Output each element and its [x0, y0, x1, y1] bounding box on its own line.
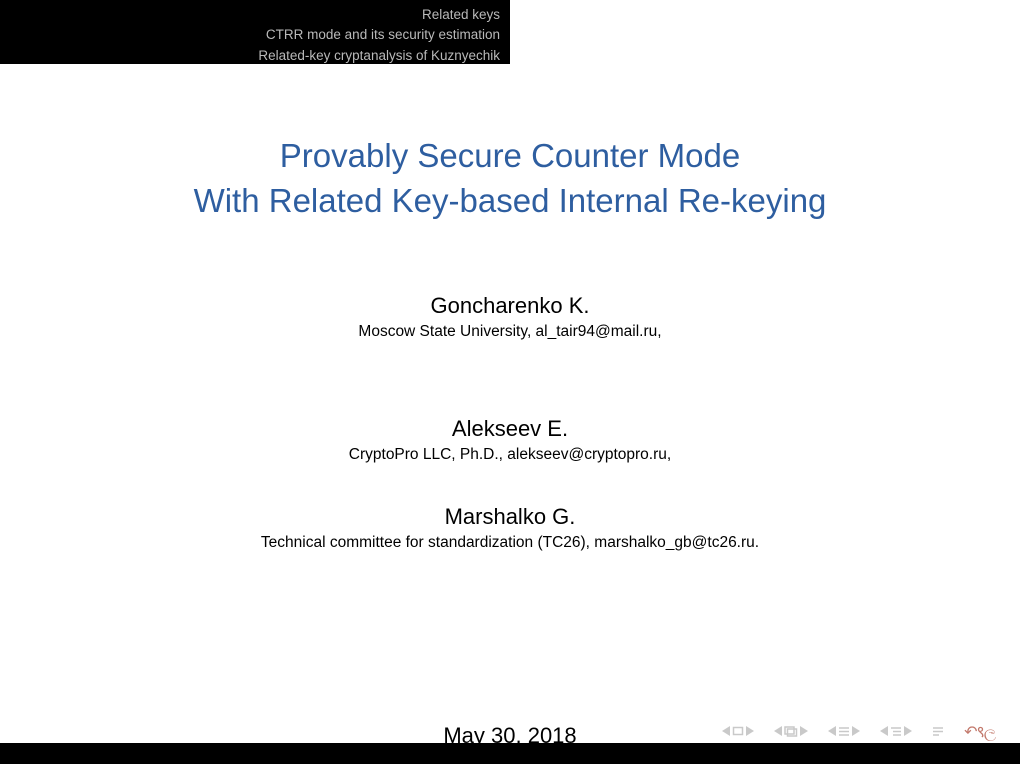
nav-next-subsection-icon[interactable] [904, 726, 912, 736]
nav-slide-group [722, 726, 754, 736]
header-bar: Related keys CTRR mode and its security … [0, 0, 1020, 64]
header-sections: Related keys CTRR mode and its security … [0, 0, 510, 64]
nav-frame-group [774, 726, 808, 737]
author-block: Goncharenko K. Moscow State University, … [0, 293, 1020, 552]
nav-slide-icon[interactable] [732, 726, 744, 736]
title-line-1: Provably Secure Counter Mode [0, 134, 1020, 179]
nav-prev-section-icon[interactable] [828, 726, 836, 736]
author-name: Goncharenko K. [0, 293, 1020, 319]
header-line-1[interactable]: Related keys [0, 5, 500, 25]
author-affil: Moscow State University, al_tair94@mail.… [0, 323, 1020, 341]
nav-section-group [828, 726, 860, 737]
nav-appendix-group [932, 726, 944, 737]
slide-title: Provably Secure Counter Mode With Relate… [0, 134, 1020, 223]
nav-next-section-icon[interactable] [852, 726, 860, 736]
nav-section-icon[interactable] [838, 726, 850, 737]
author-name: Marshalko G. [0, 504, 1020, 530]
author-affil: Technical committee for standardization … [0, 534, 1020, 552]
header-line-3[interactable]: Related-key cryptanalysis of Kuznyechik [0, 46, 500, 66]
title-line-2: With Related Key-based Internal Re-keyin… [0, 179, 1020, 224]
nav-subsection-icon[interactable] [890, 726, 902, 737]
nav-prev-subsection-icon[interactable] [880, 726, 888, 736]
nav-appendix-icon[interactable] [932, 726, 944, 737]
nav-controls: ↶​९​ල [722, 720, 995, 742]
nav-subsection-group [880, 726, 912, 737]
footer-bar [0, 743, 1020, 764]
nav-next-frame-icon[interactable] [800, 726, 808, 736]
nav-next-slide-icon[interactable] [746, 726, 754, 736]
nav-prev-frame-icon[interactable] [774, 726, 782, 736]
header-line-2[interactable]: CTRR mode and its security estimation [0, 25, 500, 45]
header-spacer [510, 0, 1020, 64]
author-name: Alekseev E. [0, 416, 1020, 442]
nav-prev-slide-icon[interactable] [722, 726, 730, 736]
nav-back-icon[interactable]: ↶​९​ල [964, 720, 995, 742]
author-affil: CryptoPro LLC, Ph.D., alekseev@cryptopro… [0, 446, 1020, 464]
nav-frame-icon[interactable] [784, 726, 798, 737]
